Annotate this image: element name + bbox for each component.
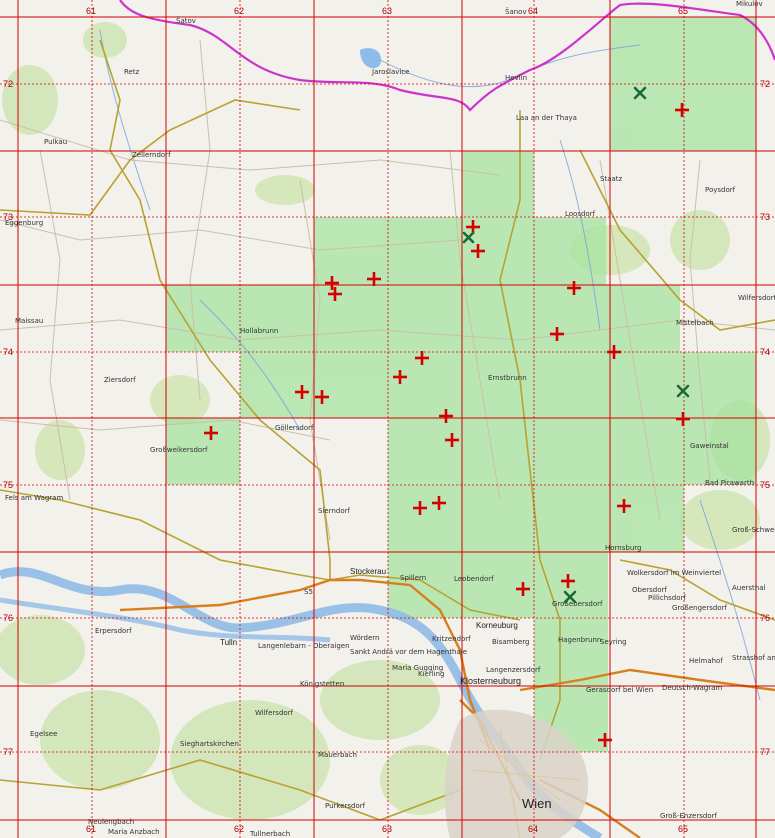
place-label-sanov: Šanov [505, 7, 527, 16]
place-label-gerasdorf: Gerasdorf bei Wien [586, 686, 653, 694]
place-label-auersthal: Auersthal [732, 584, 766, 592]
place-label-tullnerbach: Tullnerbach [249, 830, 290, 838]
grid-row-label-right: 77 [760, 747, 770, 757]
grid-col-label: 65 [678, 6, 688, 16]
place-label-wien: Wien [522, 796, 552, 811]
place-label-bisamberg: Bisamberg [492, 638, 529, 646]
place-label-staatz: Staatz [600, 175, 623, 183]
place-label-maissau: Maissau [15, 317, 43, 325]
grid-col-label: 62 [234, 6, 244, 16]
place-label-hevlin: Hevlín [505, 74, 527, 82]
place-label-andra: Sankt Andrä vor dem Hagenthale [350, 648, 467, 656]
place-label-wilfersdorf: Wilfersdorf [738, 294, 775, 302]
place-label-spillern: Spillern [400, 574, 426, 582]
place-label-gollersdorf: Göllersdorf [275, 424, 314, 432]
place-label-mauerbach: Mauerbach [318, 751, 357, 759]
place-label-leobendorf: Leobendorf [454, 575, 494, 583]
place-label-loosdorf: Loosdorf [565, 210, 596, 218]
grid-row-label: 74 [3, 347, 13, 357]
place-label-pillichsdorf: Pillichsdorf [648, 594, 686, 602]
grid-row-label-right: 73 [760, 212, 770, 222]
place-label-eggenburg: Eggenburg [5, 219, 43, 227]
place-label-harmannsdorf: Hornsburg [605, 544, 641, 552]
place-label-retz: Retz [124, 68, 140, 76]
grid-row-label-right: 74 [760, 347, 770, 357]
place-label-grossweikersdorf: Großweikersdorf [150, 446, 208, 454]
grid-col-label: 64 [528, 6, 538, 16]
grid-row-label: 77 [3, 747, 13, 757]
place-label-langenzersdorf: Langenzersdorf [486, 666, 541, 674]
grid-row-label: 75 [3, 480, 13, 490]
place-label-laa: Laa an der Thaya [516, 114, 577, 122]
place-label-satov: Šatov [176, 16, 196, 25]
grid-row-label: 72 [3, 79, 13, 89]
map-canvas[interactable]: 61 62 63 64 65 61 62 63 64 65 72 73 74 7… [0, 0, 775, 838]
place-label-grossschweinbarth: Groß-Schweinbarth [732, 526, 775, 534]
place-label-klosterneuburg: Klosterneuburg [460, 676, 521, 686]
grid-col-label-bottom: 64 [528, 824, 538, 834]
place-label-fels: Fels am Wagram [5, 494, 63, 502]
place-label-konigstetten: Königstetten [300, 680, 344, 688]
place-label-sierndorf: Sierndorf [318, 507, 350, 515]
place-label-korneuburg: Korneuburg [476, 621, 518, 630]
place-label-wilfersdorf2: Wilfersdorf [255, 709, 294, 717]
grid-col-label-bottom: 63 [382, 824, 392, 834]
place-label-langenlebarn: Langenlebarn - Oberaigen [258, 642, 350, 650]
place-label-obersdorf: Obersdorf [632, 586, 667, 594]
place-label-zellerndorf: Zellerndorf [132, 151, 171, 159]
grid-row-label-right: 76 [760, 613, 770, 623]
place-label-hagenbrunn: Hagenbrunn [558, 636, 601, 644]
place-label-gaweinstal: Gaweinstal [690, 442, 729, 450]
place-label-kierling: Kierling [418, 670, 445, 678]
grid-col-label-bottom: 62 [234, 824, 244, 834]
place-label-anzbach: Maria Anzbach [108, 828, 160, 836]
place-label-jaroslavice: Jaroslavice [371, 68, 410, 76]
place-label-neulengbach: Neulengbach [88, 818, 134, 826]
place-label-grossengersdorf: Großengersdorf [672, 604, 727, 612]
place-label-ernstbrunn: Ernstbrunn [488, 374, 527, 382]
grid-row-label-right: 75 [760, 480, 770, 490]
grid-col-label: 61 [86, 6, 96, 16]
place-label-wolkersdorf: Wolkersdorf im Weinviertel [627, 569, 721, 577]
place-label-egelsee: Egelsee [30, 730, 57, 738]
place-label-kritzendorf: Kritzendorf [432, 635, 471, 643]
place-label-deutschwagram: Deutsch-Wagram [662, 684, 722, 692]
place-label-seyring: Seyring [600, 638, 627, 646]
place-label-badpirawarth: Bad Pirawarth [705, 479, 754, 487]
place-label-wordern: Wördern [350, 634, 380, 642]
place-label-ziersdorf: Ziersdorf [104, 376, 136, 384]
grid-row-label-right: 72 [760, 79, 770, 89]
place-label-tulln: Tulln [220, 638, 237, 647]
place-label-hollabrunn: Hollabrunn [240, 327, 278, 335]
place-label-mikulov: Mikulov [736, 0, 763, 8]
place-label-erpersdorf: Erpersdorf [95, 627, 132, 635]
grid-col-label-bottom: 65 [678, 824, 688, 834]
place-label-mistelbach: Mistelbach [676, 319, 714, 327]
place-label-purkersdorf: Purkersdorf [325, 802, 366, 810]
place-label-poysdorf: Poysdorf [705, 186, 736, 194]
place-label-pulkau: Pulkau [44, 138, 67, 146]
place-label-sieghartskirchen: Sieghartskirchen [180, 740, 239, 748]
grid-row-label: 76 [3, 613, 13, 623]
place-label-strasshof: Strasshof an der [732, 654, 775, 662]
place-label-grossenzersdorf: Groß-Enzersdorf [660, 812, 717, 820]
place-label-stockerau: Stockerau [350, 567, 386, 576]
place-label-helmahof: Helmahof [689, 657, 723, 665]
place-label-grossebersdorf: Großebersdorf [552, 600, 603, 608]
grid-col-label: 63 [382, 6, 392, 16]
road-label-s5: S5 [304, 588, 313, 596]
